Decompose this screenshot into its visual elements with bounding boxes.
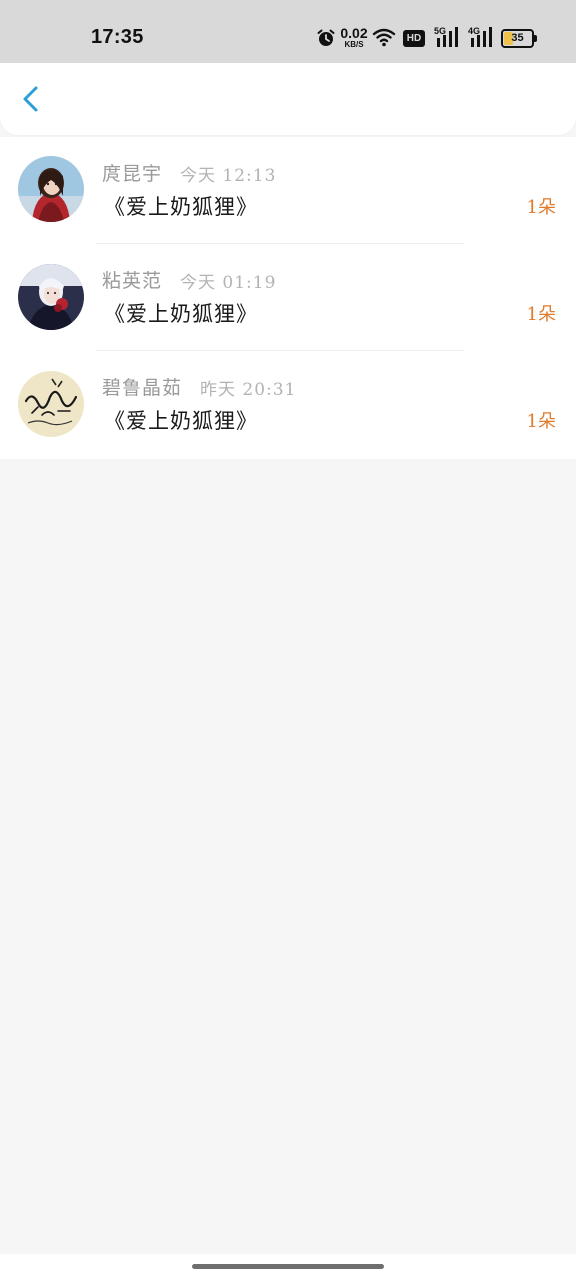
back-button[interactable] xyxy=(14,81,50,117)
hd-label: HD xyxy=(406,33,422,44)
battery-icon: 35 xyxy=(501,29,537,48)
network-speed: 0.02 KB/S xyxy=(339,26,369,49)
status-time: 17:35 xyxy=(91,26,144,48)
signal-4g-icon: 4G xyxy=(468,26,494,48)
app-header xyxy=(0,63,576,135)
list-item[interactable]: 粘英范 今天 01:19 《爱上奶狐狸》 1朵 xyxy=(0,244,576,351)
signal-5g-icon: 5G xyxy=(434,26,460,48)
list-item[interactable]: 庹昆宇 今天 12:13 《爱上奶狐狸》 1朵 xyxy=(0,137,576,244)
avatar[interactable] xyxy=(18,264,84,330)
record-time: 昨天 20:31 xyxy=(200,380,297,400)
gift-name: 《爱上奶狐狸》 xyxy=(104,195,258,219)
home-indicator[interactable] xyxy=(192,1264,384,1269)
hd-icon: HD xyxy=(403,30,425,47)
gift-count: 1朵 xyxy=(526,411,556,432)
status-bar: 17:35 0.02 KB/S HD 5G 4G 35 xyxy=(0,0,576,63)
gift-count: 1朵 xyxy=(526,304,556,325)
sender-name: 粘英范 xyxy=(102,270,163,292)
avatar[interactable] xyxy=(18,371,84,437)
network-speed-unit: KB/S xyxy=(344,40,364,49)
sender-name: 碧鲁晶茹 xyxy=(102,377,183,399)
network-speed-value: 0.02 xyxy=(340,25,368,41)
gift-count: 1朵 xyxy=(526,197,556,218)
record-time: 今天 12:13 xyxy=(180,166,277,186)
wifi-icon xyxy=(372,28,396,47)
sender-name: 庹昆宇 xyxy=(102,163,163,185)
chevron-left-icon xyxy=(23,86,38,112)
alarm-icon xyxy=(317,29,335,46)
list-item[interactable]: 碧鲁晶茹 昨天 20:31 《爱上奶狐狸》 1朵 xyxy=(0,351,576,458)
record-time: 今天 01:19 xyxy=(180,273,277,293)
avatar[interactable] xyxy=(18,156,84,222)
gift-name: 《爱上奶狐狸》 xyxy=(104,302,258,326)
battery-level: 35 xyxy=(511,32,524,44)
gift-record-list: 庹昆宇 今天 12:13 《爱上奶狐狸》 1朵 粘英范 今天 01:19 《爱上… xyxy=(0,137,576,459)
gift-name: 《爱上奶狐狸》 xyxy=(104,409,258,433)
